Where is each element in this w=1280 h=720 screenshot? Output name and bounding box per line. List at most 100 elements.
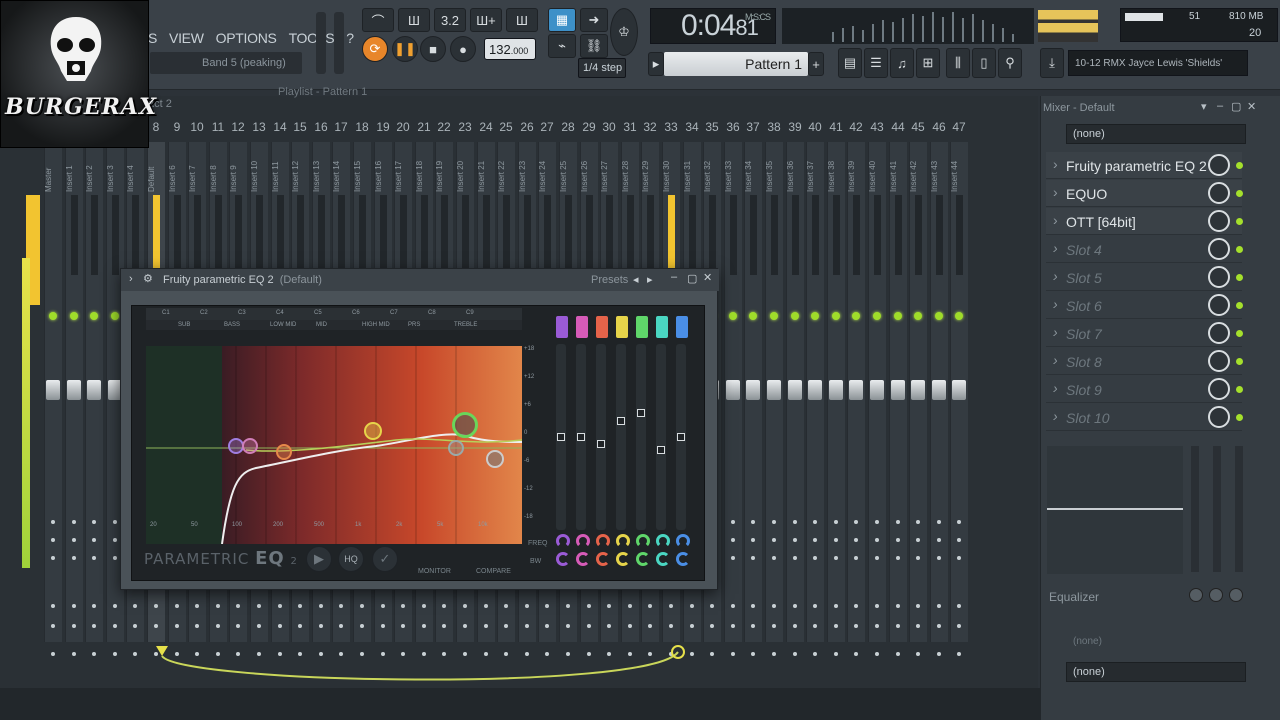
- strip-control-dot[interactable]: [710, 624, 714, 628]
- strip-control-dot[interactable]: [401, 624, 405, 628]
- bw-knob[interactable]: [576, 552, 590, 566]
- arrow-right-icon[interactable]: ➜: [580, 8, 608, 32]
- strip-control-dot[interactable]: [298, 624, 302, 628]
- strip-control-dot[interactable]: [51, 538, 55, 542]
- strip-control-dot[interactable]: [937, 652, 941, 656]
- master-pitch-slider[interactable]: [334, 12, 344, 74]
- strip-control-dot[interactable]: [751, 604, 755, 608]
- play-icon[interactable]: ▶: [306, 546, 332, 572]
- strip-control-dot[interactable]: [813, 624, 817, 628]
- slot-mix-knob[interactable]: [1208, 182, 1230, 204]
- stop-button[interactable]: ■: [420, 36, 446, 62]
- step-edit-button[interactable]: Ш+: [470, 8, 502, 32]
- strip-control-dot[interactable]: [937, 520, 941, 524]
- strip-control-dot[interactable]: [751, 652, 755, 656]
- preset-prev-icon[interactable]: ◂: [633, 273, 639, 286]
- band-slider-track[interactable]: [656, 344, 666, 530]
- slot-enable-led[interactable]: [1236, 358, 1243, 365]
- menu-item-s[interactable]: S: [148, 30, 157, 46]
- slot-mix-knob[interactable]: [1208, 322, 1230, 344]
- strip-control-dot[interactable]: [113, 604, 117, 608]
- strip-control-dot[interactable]: [916, 538, 920, 542]
- strip-control-dot[interactable]: [339, 624, 343, 628]
- active-led[interactable]: [852, 312, 860, 320]
- strip-control-dot[interactable]: [669, 604, 673, 608]
- slot-mix-knob[interactable]: [1208, 406, 1230, 428]
- strip-control-dot[interactable]: [957, 538, 961, 542]
- eq-node-4[interactable]: [364, 422, 382, 440]
- slot-mix-knob[interactable]: [1208, 154, 1230, 176]
- strip-control-dot[interactable]: [896, 604, 900, 608]
- pattern-prev-icon[interactable]: ▸: [648, 52, 664, 76]
- freq-knob[interactable]: [616, 534, 630, 548]
- strip-control-dot[interactable]: [607, 624, 611, 628]
- volume-fader-handle[interactable]: [952, 380, 966, 400]
- strip-control-dot[interactable]: [834, 624, 838, 628]
- active-led[interactable]: [955, 312, 963, 320]
- freq-knob[interactable]: [596, 534, 610, 548]
- strip-control-dot[interactable]: [875, 538, 879, 542]
- strip-control-dot[interactable]: [937, 604, 941, 608]
- strip-control-dot[interactable]: [957, 604, 961, 608]
- band-header-7[interactable]: [676, 316, 688, 338]
- stamp-icon[interactable]: ♔: [610, 8, 638, 56]
- strip-control-dot[interactable]: [710, 604, 714, 608]
- collapse-arrow-icon[interactable]: ›: [129, 273, 133, 285]
- strip-control-dot[interactable]: [813, 604, 817, 608]
- strip-control-dot[interactable]: [937, 538, 941, 542]
- panel-maximize-icon[interactable]: ▢: [1231, 100, 1241, 113]
- slot-enable-led[interactable]: [1236, 246, 1243, 253]
- strip-control-dot[interactable]: [175, 624, 179, 628]
- band-header-3[interactable]: [596, 316, 608, 338]
- strip-control-dot[interactable]: [442, 604, 446, 608]
- mixer-scrollbar[interactable]: [0, 688, 1040, 720]
- slot-enable-led[interactable]: [1236, 302, 1243, 309]
- preset-next-icon[interactable]: ▸: [647, 273, 653, 286]
- strip-control-dot[interactable]: [113, 652, 117, 656]
- strip-control-dot[interactable]: [504, 624, 508, 628]
- strip-control-dot[interactable]: [154, 604, 158, 608]
- strip-control-dot[interactable]: [875, 624, 879, 628]
- piano-roll-icon[interactable]: ♫: [890, 48, 914, 78]
- pause-button[interactable]: ❚❚: [392, 36, 418, 62]
- metronome-button[interactable]: ⌒: [362, 8, 394, 32]
- strip-control-dot[interactable]: [875, 556, 879, 560]
- mixer-icon[interactable]: ⫼: [946, 48, 970, 78]
- maximize-icon[interactable]: ▢: [687, 272, 697, 285]
- strip-control-dot[interactable]: [360, 604, 364, 608]
- strip-control-dot[interactable]: [834, 538, 838, 542]
- slot-enable-led[interactable]: [1236, 386, 1243, 393]
- time-display[interactable]: 0:04 M:S:CS 81: [650, 8, 776, 44]
- news-ticker[interactable]: 10-12 RMX Jayce Lewis 'Shields': [1068, 50, 1248, 76]
- loop-record-button[interactable]: Ш: [506, 8, 538, 32]
- strip-control-dot[interactable]: [133, 604, 137, 608]
- strip-control-dot[interactable]: [690, 604, 694, 608]
- freq-knob[interactable]: [576, 534, 590, 548]
- active-led[interactable]: [894, 312, 902, 320]
- strip-control-dot[interactable]: [957, 624, 961, 628]
- strip-control-dot[interactable]: [381, 624, 385, 628]
- monitor-label[interactable]: MONITOR: [418, 568, 451, 575]
- countdown-button[interactable]: 3.2: [434, 8, 466, 32]
- eq-node-2[interactable]: [242, 438, 258, 454]
- strip-control-dot[interactable]: [463, 604, 467, 608]
- band-slider-handle[interactable]: [597, 440, 605, 449]
- strip-control-dot[interactable]: [793, 624, 797, 628]
- slot-mix-knob[interactable]: [1208, 294, 1230, 316]
- active-led[interactable]: [832, 312, 840, 320]
- slot-enable-led[interactable]: [1236, 218, 1243, 225]
- volume-fader-handle[interactable]: [726, 380, 740, 400]
- strip-control-dot[interactable]: [896, 556, 900, 560]
- strip-control-dot[interactable]: [875, 604, 879, 608]
- slot-mix-knob[interactable]: [1208, 210, 1230, 232]
- strip-control-dot[interactable]: [195, 604, 199, 608]
- freq-knob[interactable]: [636, 534, 650, 548]
- strip-control-dot[interactable]: [236, 604, 240, 608]
- strip-control-dot[interactable]: [751, 624, 755, 628]
- band-header-4[interactable]: [616, 316, 628, 338]
- band-slider-track[interactable]: [636, 344, 646, 530]
- eq-node-6[interactable]: [448, 440, 464, 456]
- volume-fader-handle[interactable]: [67, 380, 81, 400]
- strip-control-dot[interactable]: [731, 520, 735, 524]
- active-led[interactable]: [111, 312, 119, 320]
